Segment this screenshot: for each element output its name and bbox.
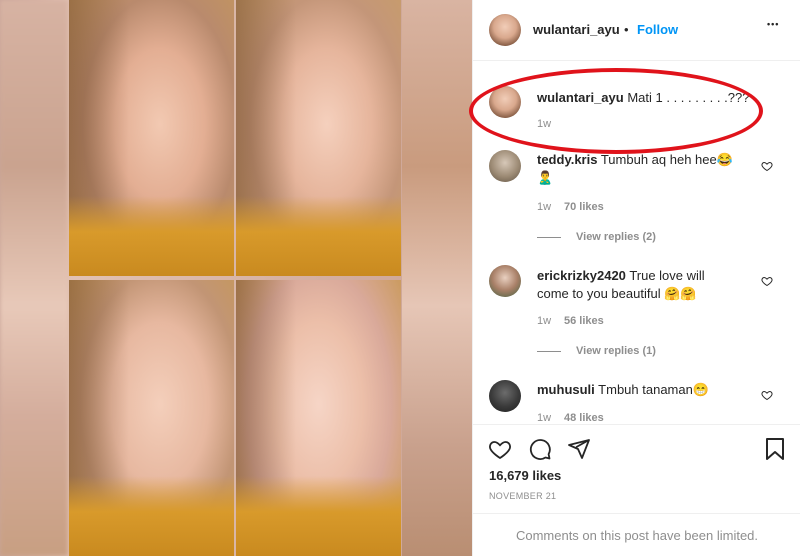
- photo-tile-4: [236, 280, 401, 556]
- photo-tile-1: [69, 0, 234, 276]
- comment-avatar[interactable]: [489, 380, 521, 412]
- comment-time[interactable]: 1w: [537, 315, 551, 327]
- comment-likes[interactable]: 56 likes: [564, 315, 604, 327]
- comment-icon[interactable]: [528, 437, 552, 461]
- comment-likes[interactable]: 48 likes: [564, 412, 604, 422]
- follow-button[interactable]: Follow: [637, 22, 678, 37]
- comment-time[interactable]: 1w: [537, 412, 551, 422]
- comment-username[interactable]: erickrizky2420: [537, 268, 626, 283]
- like-comment-heart-icon[interactable]: [761, 275, 773, 287]
- post-date[interactable]: NOVEMBER 21: [489, 491, 556, 501]
- more-options-icon[interactable]: •••: [767, 19, 779, 29]
- comment-avatar[interactable]: [489, 150, 521, 182]
- comment-avatar[interactable]: [489, 265, 521, 297]
- replies-divider: [537, 351, 561, 352]
- photo-blur-left: [0, 0, 68, 556]
- comments-limited-notice: Comments on this post have been limited.: [473, 513, 800, 557]
- comment-time[interactable]: 1w: [537, 201, 551, 213]
- view-replies-button[interactable]: View replies (1): [576, 345, 656, 357]
- view-replies-button[interactable]: View replies (2): [576, 231, 656, 243]
- save-bookmark-icon[interactable]: [764, 437, 786, 461]
- actions-divider: [473, 424, 800, 425]
- comment-body: Tumbuh aq heh hee😂: [600, 152, 733, 167]
- comment-likes[interactable]: 70 likes: [564, 201, 604, 213]
- comment-text: erickrizky2420 True love will: [537, 268, 705, 283]
- comment-body: True love will: [629, 268, 705, 283]
- comment-text: teddy.kris Tumbuh aq heh hee😂: [537, 152, 733, 168]
- author-avatar[interactable]: [489, 14, 521, 46]
- comment-body-line2: 🙎‍♂️: [537, 170, 554, 185]
- photo-blur-right: [402, 0, 472, 556]
- separator-dot: •: [624, 22, 629, 37]
- like-heart-icon[interactable]: [487, 437, 513, 461]
- share-send-icon[interactable]: [567, 437, 591, 461]
- post-photo[interactable]: [0, 0, 472, 556]
- photo-tile-2: [236, 0, 401, 276]
- post-header: wulantari_ayu • Follow •••: [473, 0, 800, 61]
- comment-text: muhusuli Tmbuh tanaman😁: [537, 382, 709, 398]
- like-comment-heart-icon[interactable]: [761, 160, 773, 172]
- comment-body-line2: come to you beautiful 🤗🤗: [537, 286, 697, 301]
- comment-username[interactable]: muhusuli: [537, 382, 595, 397]
- author-username[interactable]: wulantari_ayu: [533, 22, 620, 37]
- likes-count[interactable]: 16,679 likes: [489, 468, 561, 483]
- comment-body: Tmbuh tanaman😁: [598, 382, 710, 397]
- comment-username[interactable]: teddy.kris: [537, 152, 597, 167]
- highlight-annotation-ellipse: [469, 68, 763, 154]
- like-comment-heart-icon[interactable]: [761, 389, 773, 401]
- replies-divider: [537, 237, 561, 238]
- photo-tile-3: [69, 280, 234, 556]
